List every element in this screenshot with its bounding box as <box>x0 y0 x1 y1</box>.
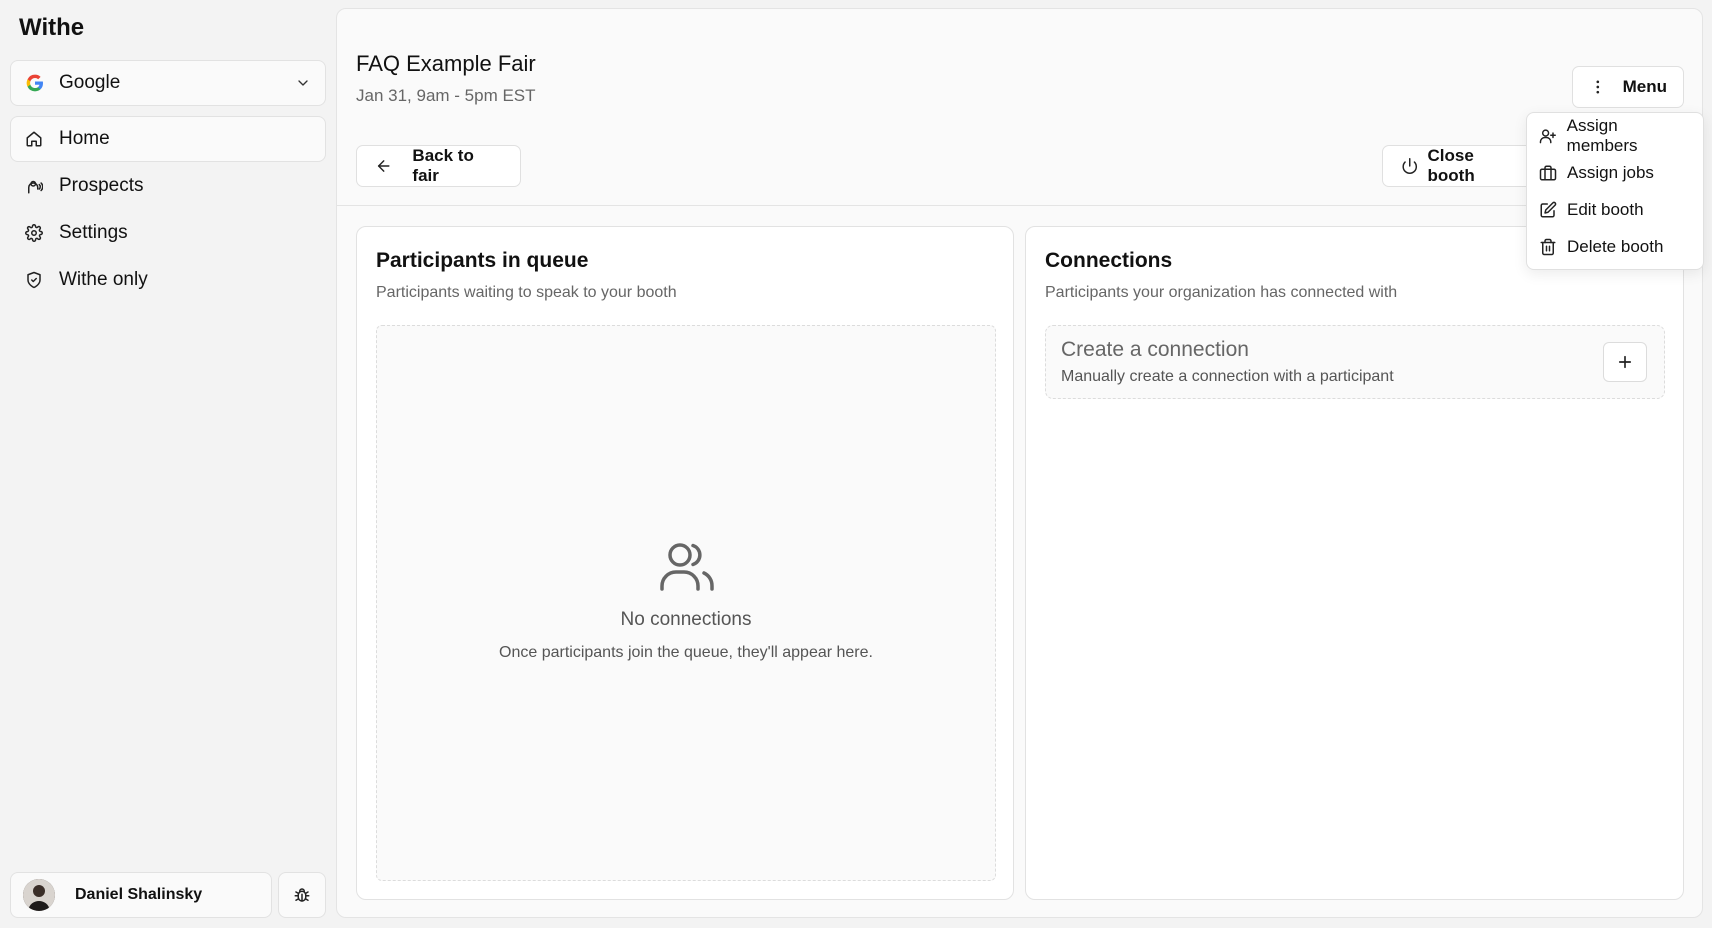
sidebar: Withe Google Home Prospects Settings Wit… <box>0 0 336 928</box>
menu-item-delete-booth[interactable]: Delete booth <box>1527 228 1703 265</box>
report-bug-button[interactable] <box>278 872 326 918</box>
chevron-down-icon <box>298 80 308 86</box>
sidebar-item-prospects[interactable]: Prospects <box>10 163 326 209</box>
home-icon <box>26 131 42 147</box>
fair-date: Jan 31, 9am - 5pm EST <box>356 86 536 105</box>
page-title: FAQ Example Fair <box>356 51 536 76</box>
menu-item-label: Assign jobs <box>1567 162 1654 182</box>
menu-button-label: Menu <box>1622 77 1667 96</box>
connections-title: Connections <box>1045 249 1173 272</box>
back-to-fair-label: Back to fair <box>412 146 474 185</box>
sidebar-nav: Home Prospects Settings Withe only <box>10 116 326 304</box>
shield-icon <box>27 271 41 289</box>
empty-state-description: Once participants join the queue, they'l… <box>499 644 873 661</box>
edit-icon <box>1540 201 1557 217</box>
create-connection-description: Manually create a connection with a part… <box>1061 368 1394 385</box>
sidebar-item-settings[interactable]: Settings <box>10 210 326 256</box>
sidebar-item-home[interactable]: Home <box>10 116 326 162</box>
menu-item-label: Delete booth <box>1567 236 1664 256</box>
queue-card: Participants in queue Participants waiti… <box>356 226 1014 900</box>
menu-item-assign-jobs[interactable]: Assign jobs <box>1527 154 1703 191</box>
create-connection-box: Create a connection Manually create a co… <box>1045 325 1665 399</box>
plus-icon <box>1618 355 1632 369</box>
menu-item-edit-booth[interactable]: Edit booth <box>1527 191 1703 228</box>
user-name: Daniel Shalinsky <box>75 886 203 903</box>
menu-item-label: Edit booth <box>1567 199 1644 219</box>
sidebar-item-withe-only[interactable]: Withe only <box>10 257 326 303</box>
google-logo-icon <box>26 74 43 92</box>
queue-subtitle: Participants waiting to speak to your bo… <box>376 284 677 301</box>
main-panel: FAQ Example Fair Jan 31, 9am - 5pm EST M… <box>336 8 1703 918</box>
user-profile[interactable]: Daniel Shalinsky <box>10 872 272 918</box>
connections-subtitle: Participants your organization has conne… <box>1045 284 1398 301</box>
arrow-left-icon <box>377 160 390 172</box>
create-connection-title: Create a connection <box>1061 338 1249 361</box>
organization-select[interactable]: Google <box>10 60 326 106</box>
users-icon <box>660 543 714 591</box>
menu-button[interactable]: Menu <box>1572 66 1684 108</box>
menu-item-assign-members[interactable]: Assign members <box>1527 115 1703 155</box>
prospects-icon <box>28 180 43 194</box>
trash-icon <box>1540 238 1556 255</box>
back-to-fair-button[interactable]: Back to fair <box>356 145 521 187</box>
gear-icon <box>25 224 43 242</box>
avatar <box>23 879 55 911</box>
sidebar-item-label: Withe only <box>59 269 148 290</box>
close-booth-button[interactable]: Close booth <box>1382 145 1542 187</box>
organization-name: Google <box>59 72 121 93</box>
sidebar-item-label: Home <box>59 128 110 149</box>
more-vertical-icon <box>1596 80 1600 94</box>
bug-icon <box>294 888 310 902</box>
user-plus-icon <box>1539 128 1556 143</box>
briefcase-icon <box>1539 165 1557 180</box>
header-divider <box>337 205 1702 206</box>
sidebar-item-label: Prospects <box>59 175 144 196</box>
queue-title: Participants in queue <box>376 249 589 272</box>
power-icon <box>1402 157 1417 174</box>
menu-item-label: Assign members <box>1566 115 1638 155</box>
sidebar-item-label: Settings <box>59 222 128 243</box>
close-booth-label: Close booth <box>1427 146 1475 185</box>
empty-state-title: No connections <box>620 609 752 630</box>
booth-menu-dropdown: Assign members Assign jobs Edit booth De… <box>1526 112 1704 270</box>
connections-card: Connections Participants your organizati… <box>1025 226 1684 900</box>
create-connection-button[interactable] <box>1603 342 1647 382</box>
queue-empty-state: No connections Once participants join th… <box>376 325 996 881</box>
brand-logo: Withe <box>19 14 85 41</box>
